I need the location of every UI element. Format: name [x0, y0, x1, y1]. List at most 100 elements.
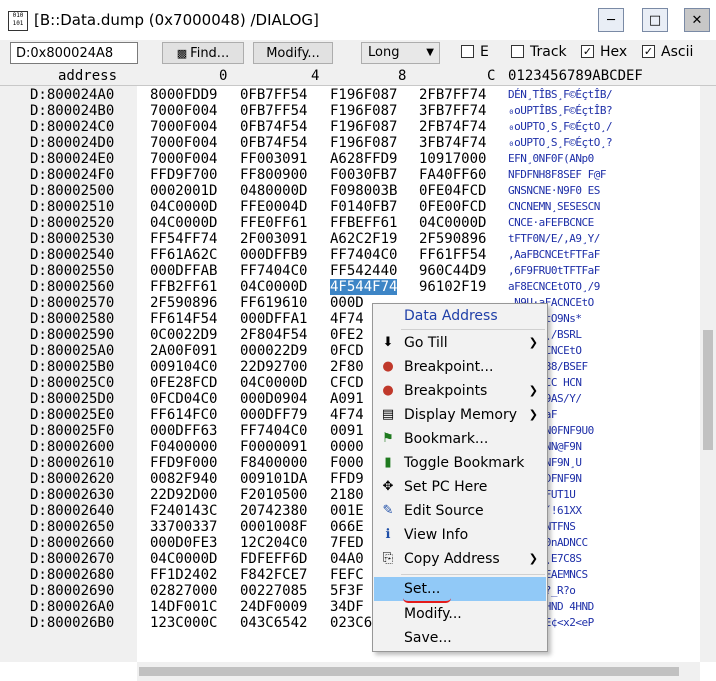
hex-word[interactable]: 0082F940: [150, 471, 217, 487]
hex-word[interactable]: FF7404C0: [330, 247, 397, 263]
scrollbar-thumb[interactable]: [139, 667, 679, 676]
hex-word[interactable]: FF003091: [240, 151, 307, 167]
table-row[interactable]: D:80002640F240143C20742380001E@UQH2—´!61…: [0, 503, 700, 519]
hex-word[interactable]: 4F74: [330, 407, 364, 423]
address-input[interactable]: [10, 42, 138, 64]
hex-word[interactable]: 0FE28FCD: [150, 375, 217, 391]
table-row[interactable]: D:80002610FFD9F000F8400000F000NNN@FNNF9N…: [0, 455, 700, 471]
hex-word[interactable]: 009101DA: [240, 471, 307, 487]
menu-item-copy-address[interactable]: ⎘ Copy Address ❯: [374, 547, 546, 571]
hex-word[interactable]: FEFC: [330, 567, 364, 583]
checkbox-ascii[interactable]: ✓: [642, 45, 655, 58]
hex-word[interactable]: FFB2FF61: [150, 279, 217, 295]
hex-word[interactable]: FFD9F700: [150, 167, 217, 183]
menu-item-go-till[interactable]: ⬇ Go Till ❯: [374, 331, 546, 355]
hex-word[interactable]: F196F087: [330, 87, 397, 103]
hex-word[interactable]: 00227085: [240, 583, 307, 599]
table-row[interactable]: D:80002530 FF54FF74 2F003091 A62C2F19 2F5908…: [0, 231, 700, 247]
checkbox-hex[interactable]: ✓: [581, 45, 594, 58]
hex-word[interactable]: 000DFF79: [240, 407, 307, 423]
hex-word[interactable]: 066E: [330, 519, 364, 535]
hex-word[interactable]: 20742380: [240, 503, 307, 519]
menu-item-edit-source[interactable]: ✎ Edit Source: [374, 499, 546, 523]
table-row[interactable]: D:800025A02A00F091000022D90FCD*CO¸ESCNCE…: [0, 343, 700, 359]
hex-word[interactable]: 009104C0: [150, 359, 217, 375]
hex-word[interactable]: F842FCE7: [240, 567, 307, 583]
hex-word[interactable]: 04C0000D: [240, 279, 307, 295]
hex-word[interactable]: 04C0000D: [240, 375, 307, 391]
menu-item-set[interactable]: Set...: [374, 577, 546, 601]
hex-word[interactable]: 0FE2: [330, 327, 364, 343]
hex-word[interactable]: F196F087: [330, 135, 397, 151]
table-row[interactable]: D:80002560 FFB2FF61 04C0000D 4F544F74 96102F…: [0, 279, 700, 295]
hex-word[interactable]: 043C6542: [240, 615, 307, 631]
hex-word[interactable]: 0FB74F54: [240, 119, 307, 135]
hex-word[interactable]: 7000F004: [150, 119, 217, 135]
hex-word[interactable]: 10917000: [419, 151, 486, 167]
hex-word[interactable]: 34DF: [330, 599, 364, 615]
hex-word[interactable]: 22D92700: [240, 359, 307, 375]
hex-word[interactable]: F240143C: [150, 503, 217, 519]
hex-word[interactable]: 0001008F: [240, 519, 307, 535]
hex-word[interactable]: 0FB7FF54: [240, 87, 307, 103]
hex-word[interactable]: 2FB74F74: [419, 119, 486, 135]
hex-word[interactable]: A62C2F19: [330, 231, 397, 247]
table-row[interactable]: D:800024D0 7000F004 0FB74F54 F196F087 3FB74F…: [0, 135, 700, 151]
hex-word[interactable]: CFCD: [330, 375, 364, 391]
table-row[interactable]: D:80002550 000DFFAB FF7404C0 FF542440 960C44…: [0, 263, 700, 279]
hex-word[interactable]: 14DF001C: [150, 599, 217, 615]
hex-word[interactable]: 4F74: [330, 311, 364, 327]
hex-word[interactable]: F196F087: [330, 119, 397, 135]
hex-word[interactable]: 960C44D9: [419, 263, 486, 279]
hex-word[interactable]: FF800900: [240, 167, 307, 183]
hex-word[interactable]: 000DFFAB: [150, 263, 217, 279]
hex-word[interactable]: 7000F004: [150, 103, 217, 119]
checkbox-e[interactable]: [461, 45, 474, 58]
hex-word[interactable]: F000: [330, 455, 364, 471]
hex-word[interactable]: 7000F004: [150, 151, 217, 167]
hex-word[interactable]: 2A00F091: [150, 343, 217, 359]
hex-word[interactable]: 04C0000D: [150, 551, 217, 567]
find-button[interactable]: ▩ Find...: [162, 42, 244, 64]
hex-word[interactable]: FA40FF60: [419, 167, 486, 183]
hex-word[interactable]: 000D: [330, 295, 364, 311]
hex-word[interactable]: 0FB74F54: [240, 135, 307, 151]
hex-word[interactable]: A091: [330, 391, 364, 407]
table-row[interactable]: D:80002600F0400000F00000910000@NNN0FNN@F…: [0, 439, 700, 455]
hex-word[interactable]: 123C000C: [150, 615, 217, 631]
horizontal-scrollbar[interactable]: [137, 662, 700, 681]
hex-word[interactable]: 2FB7FF74: [419, 87, 486, 103]
table-row[interactable]: D:800025F0 000DFF63 FF7404C0 0091 cFtF9NN0FN…: [0, 423, 700, 439]
hex-word[interactable]: FF614F54: [150, 311, 217, 327]
table-row[interactable]: D:800025C00FE28FCD04C0000DCFCDCNCEDNCC H…: [0, 375, 700, 391]
hex-word[interactable]: 02827000: [150, 583, 217, 599]
table-row[interactable]: D:800024E0 7000F004 FF003091 A628FFD9 109170…: [0, 151, 700, 167]
hex-word[interactable]: 000DFFB9: [240, 247, 307, 263]
hex-word[interactable]: 2F80: [330, 359, 364, 375]
hex-word[interactable]: FF542440: [330, 263, 397, 279]
table-row[interactable]: D:80002570 2F590896 FF619610 000D ¸N9U·aFACN…: [0, 295, 700, 311]
hex-word[interactable]: FF1D2402: [150, 567, 217, 583]
hex-word[interactable]: 0FCD: [330, 343, 364, 359]
hex-word[interactable]: 0091: [330, 423, 364, 439]
hex-word[interactable]: FFD9F000: [150, 455, 217, 471]
hex-word[interactable]: 0FCD04C0: [150, 391, 217, 407]
hex-word[interactable]: 000D0FE3: [150, 535, 217, 551]
hex-word[interactable]: 3FB74F74: [419, 135, 486, 151]
hex-word[interactable]: 0002001D: [150, 183, 217, 199]
modify-button[interactable]: Modify...: [253, 42, 333, 64]
table-row[interactable]: D:800024A0 8000FDD9 0FB7FF54 F196F087 2FB7FF…: [0, 87, 700, 103]
menu-item-set-pc-here[interactable]: ✥ Set PC Here: [374, 475, 546, 499]
hex-word[interactable]: 001E: [330, 503, 364, 519]
hex-word[interactable]: 0FE04FCD: [419, 183, 486, 199]
table-row[interactable]: D:800025D00FCD04C0000D0904A091EHCNCE9AS/…: [0, 391, 700, 407]
hex-word[interactable]: 5F3F: [330, 583, 364, 599]
hex-word[interactable]: F0030FB7: [330, 167, 397, 183]
table-row[interactable]: D:800025B0009104C022D927002F800´´D"A88/B…: [0, 359, 700, 375]
table-row[interactable]: D:800026200082F940009101DAFFD9U9SNNEDFNF…: [0, 471, 700, 487]
hex-word[interactable]: 0480000D: [240, 183, 307, 199]
hex-word[interactable]: 2F590896: [419, 231, 486, 247]
menu-item-view-info[interactable]: ℹ View Info: [374, 523, 546, 547]
table-row[interactable]: D:800024F0 FFD9F700 FF800900 F0030FB7 FA40FF…: [0, 167, 700, 183]
hex-word[interactable]: 04C0000D: [419, 215, 486, 231]
